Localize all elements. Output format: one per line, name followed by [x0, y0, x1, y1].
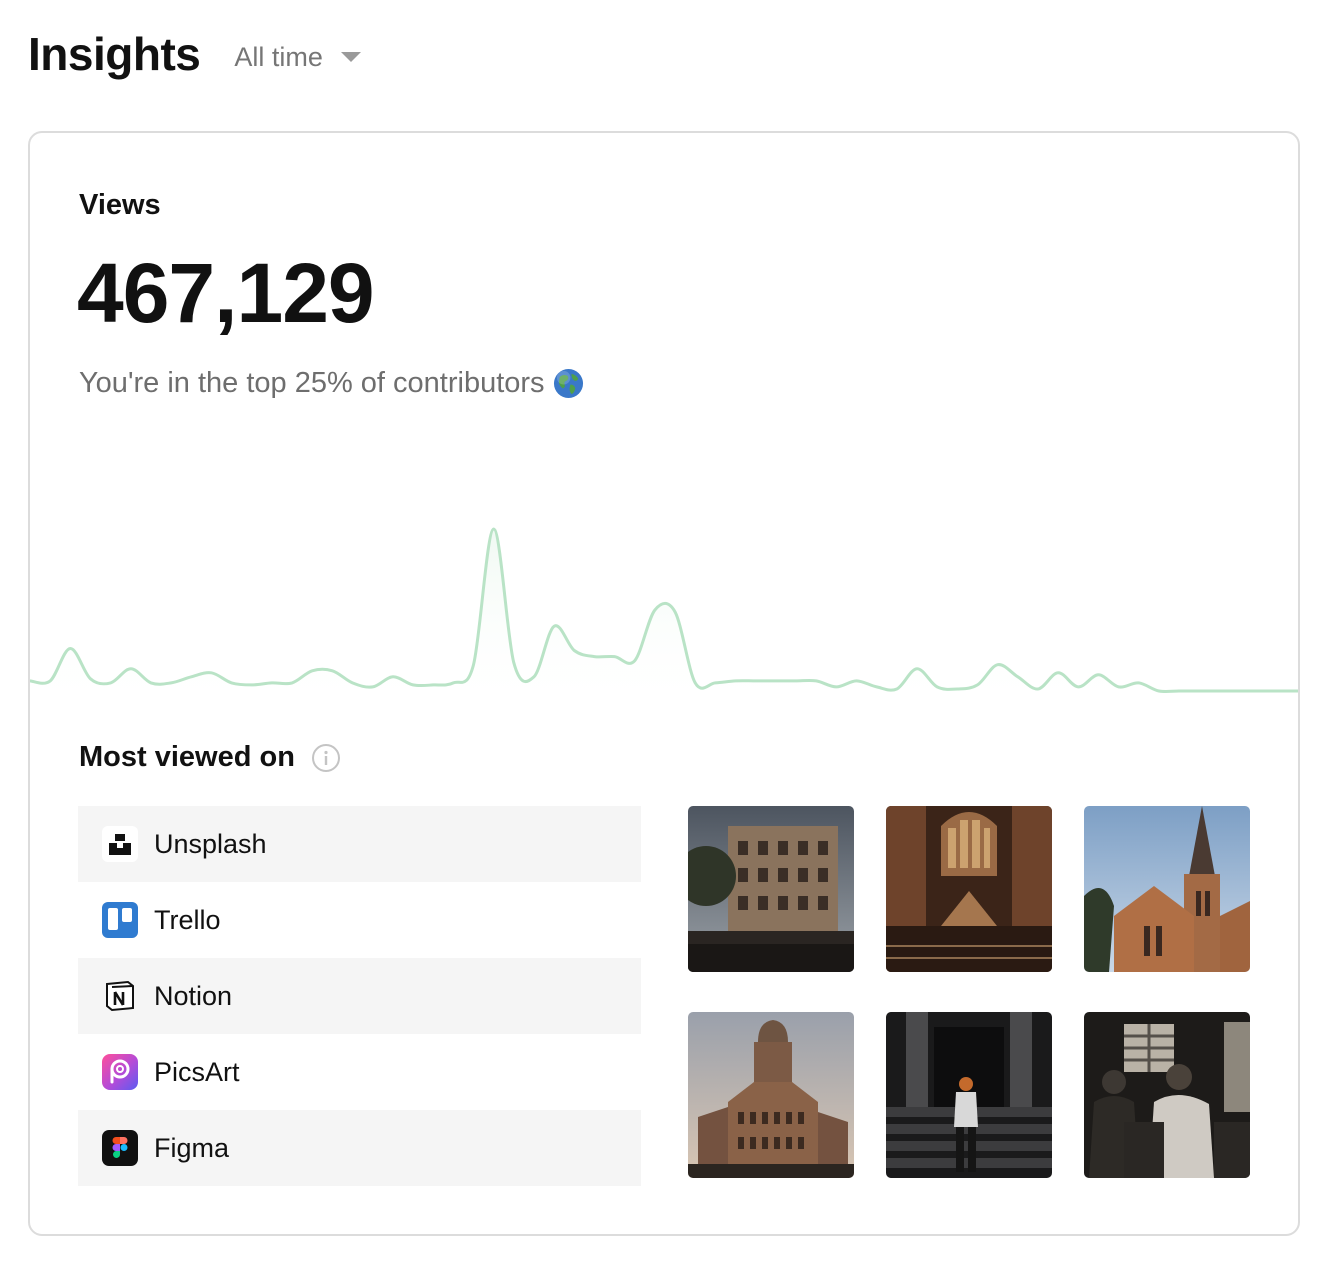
app-name: PicsArt — [154, 1056, 240, 1087]
most-viewed-header: Most viewed on — [79, 741, 341, 774]
apps-list: Unsplash Trello Notion PicsArt Figma — [78, 806, 641, 1186]
list-item-notion[interactable]: Notion — [78, 958, 641, 1034]
trello-logo-icon — [102, 902, 138, 938]
page-title: Insights — [28, 28, 201, 80]
views-label: Views — [79, 189, 161, 221]
unsplash-logo-icon — [102, 826, 138, 862]
app-name: Figma — [154, 1132, 230, 1163]
figma-logo-icon — [102, 1130, 138, 1166]
notion-logo-icon — [102, 978, 138, 1014]
list-item-unsplash[interactable]: Unsplash — [78, 806, 641, 882]
caret-down-icon — [340, 52, 361, 62]
list-item-picsart[interactable]: PicsArt — [78, 1034, 641, 1110]
page-header: Insights All time — [28, 26, 361, 82]
rank-text: You're in the top 25% of contributors — [79, 367, 545, 399]
app-name: Unsplash — [154, 828, 267, 859]
colonial-building-photo-icon[interactable] — [688, 806, 854, 972]
globe-icon — [553, 368, 584, 399]
person-on-steps-photo-icon[interactable] — [886, 1012, 1052, 1178]
time-range-dropdown[interactable]: All time — [234, 42, 361, 73]
domed-building-photo-icon[interactable] — [688, 1012, 854, 1178]
church-interior-photo-icon[interactable] — [886, 806, 1052, 972]
app-name: Trello — [154, 904, 221, 935]
insights-card: Views 467,129 You're in the top 25% of c… — [28, 131, 1300, 1236]
list-item-figma[interactable]: Figma — [78, 1110, 641, 1186]
views-chart — [30, 527, 1298, 713]
time-range-label: All time — [234, 41, 323, 72]
views-area — [30, 528, 1298, 713]
views-total: 467,129 — [77, 246, 375, 340]
train-passengers-photo-icon[interactable] — [1084, 1012, 1250, 1178]
app-name: Notion — [154, 980, 233, 1011]
photo-grid — [688, 806, 1252, 1178]
info-icon[interactable] — [311, 743, 341, 773]
most-viewed-title: Most viewed on — [79, 741, 295, 773]
church-spire-photo-icon[interactable] — [1084, 806, 1250, 972]
picsart-logo-icon — [102, 1054, 138, 1090]
list-item-trello[interactable]: Trello — [78, 882, 641, 958]
rank-row: You're in the top 25% of contributors — [79, 367, 584, 400]
